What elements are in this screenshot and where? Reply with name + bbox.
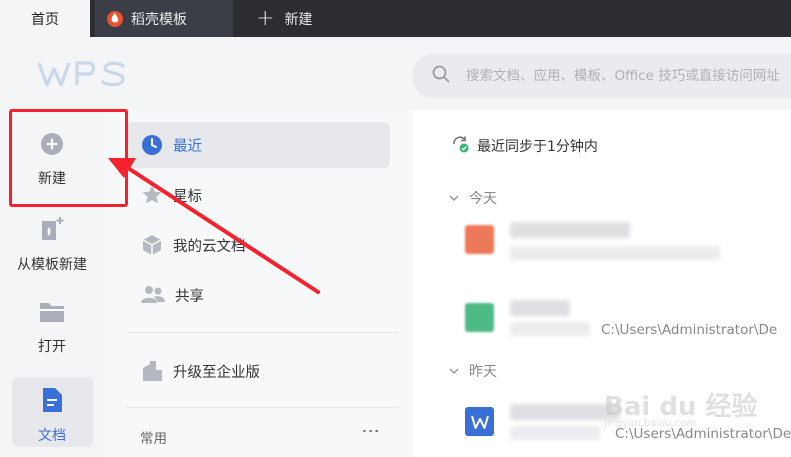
nav-item-starred-label: 星标 <box>173 188 202 205</box>
file-path-blurred <box>510 246 720 260</box>
cube-icon <box>141 234 163 256</box>
nav-section-common: 常用 <box>140 431 167 447</box>
search-icon <box>432 65 450 87</box>
rail-open-button[interactable]: 打开 <box>0 300 104 356</box>
baidu-watermark: Bai du 经验 jingyan.baidu.com <box>604 376 784 436</box>
users-icon <box>141 284 165 306</box>
clock-icon <box>141 134 163 156</box>
tab-home[interactable]: 首页 <box>0 0 90 37</box>
chevron-down-icon <box>449 363 459 379</box>
rail-docs-button[interactable]: 文档 <box>0 387 104 445</box>
tab-bar: 首页 稻壳模板 + 新建 <box>0 0 791 37</box>
nav-panel: 最近 星标 我的云文档 共享 升级至企业版 常用 ⋮ <box>104 110 413 457</box>
sync-status-text: 最近同步于1分钟内 <box>477 139 598 155</box>
nav-item-recent-label: 最近 <box>173 138 202 155</box>
group-yesterday[interactable]: 昨天 <box>449 361 497 381</box>
nav-item-shared[interactable]: 共享 <box>126 272 390 318</box>
file-location-blurred <box>510 426 600 440</box>
building-icon <box>141 360 163 382</box>
file-location-blurred <box>510 322 590 336</box>
file-row[interactable] <box>465 218 791 268</box>
document-icon <box>0 387 104 417</box>
rail-from-template-label: 从模板新建 <box>17 257 87 273</box>
nav-item-upgrade[interactable]: 升级至企业版 <box>126 348 390 394</box>
word-file-icon <box>465 407 494 436</box>
search-bar[interactable] <box>412 54 791 98</box>
more-icon[interactable]: ⋮ <box>360 422 381 440</box>
wps-logo <box>37 60 127 92</box>
nav-item-recent[interactable]: 最近 <box>126 122 390 168</box>
group-today[interactable]: 今天 <box>449 188 497 208</box>
group-yesterday-label: 昨天 <box>469 364 497 380</box>
annotation-highlight-box <box>9 109 128 207</box>
tab-home-label: 首页 <box>31 11 59 28</box>
nav-item-cloud-docs-label: 我的云文档 <box>173 238 246 255</box>
file-path: C:\Users\Administrator\De <box>601 322 778 338</box>
rail-from-template-button[interactable]: 从模板新建 <box>0 216 104 274</box>
wps-logo-icon <box>37 61 125 87</box>
watermark-sub: jingyan.baidu.com <box>604 418 697 429</box>
nav-item-starred[interactable]: 星标 <box>126 172 390 218</box>
tab-new[interactable]: + 新建 <box>250 0 370 37</box>
nav-divider-2 <box>126 407 398 408</box>
file-row[interactable]: C:\Users\Administrator\De <box>465 296 791 346</box>
header <box>0 37 791 110</box>
nav-divider <box>126 332 398 333</box>
nav-item-shared-label: 共享 <box>175 288 204 305</box>
tab-new-label: 新建 <box>284 11 313 28</box>
rail-docs-label: 文档 <box>38 428 66 444</box>
star-icon <box>141 184 163 206</box>
file-name-blurred <box>510 222 630 238</box>
search-input[interactable] <box>466 68 791 84</box>
group-today-label: 今天 <box>469 191 497 207</box>
nav-item-upgrade-label: 升级至企业版 <box>173 364 260 381</box>
tab-docer-templates[interactable]: 稻壳模板 <box>95 0 233 37</box>
plus-icon: + <box>256 5 275 31</box>
nav-item-cloud-docs[interactable]: 我的云文档 <box>126 222 390 268</box>
folder-icon <box>0 300 104 328</box>
tab-docer-label: 稻壳模板 <box>131 11 187 28</box>
ppt-file-icon <box>465 225 494 254</box>
chevron-down-icon <box>449 190 459 206</box>
template-icon <box>0 216 104 246</box>
sync-icon <box>451 135 469 157</box>
sheet-file-icon <box>465 303 494 332</box>
file-name-blurred <box>510 300 570 316</box>
docer-logo-icon <box>107 10 123 27</box>
rail-open-label: 打开 <box>38 339 66 355</box>
sync-status: 最近同步于1分钟内 <box>451 135 598 157</box>
